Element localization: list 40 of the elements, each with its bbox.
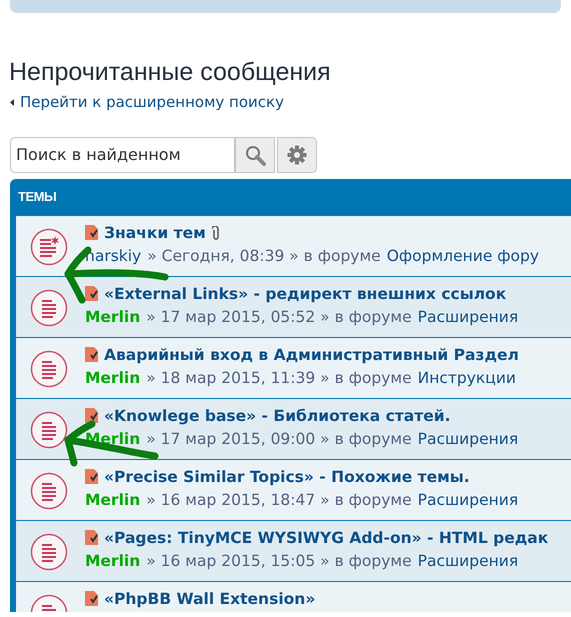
forum-link[interactable]: Оформление фору xyxy=(386,246,540,266)
advanced-search-link[interactable]: Перейти к расширенному поиску xyxy=(20,91,284,114)
topic-icon xyxy=(30,532,68,570)
search-icon xyxy=(244,144,266,166)
topic-title[interactable]: «External Links» - редирект внешних ссылок xyxy=(104,284,506,304)
topic-icon xyxy=(30,350,68,388)
topic-title[interactable]: «Knowlege base» - Библиотека статей. xyxy=(104,406,450,426)
page-title: Непрочитанные сообщения xyxy=(9,57,332,88)
topic-meta: » 18 мар 2015, 11:39 » в форуме xyxy=(146,368,412,388)
post-icon xyxy=(85,530,98,545)
settings-icon xyxy=(287,144,307,164)
search-field[interactable]: Поиск в найденном xyxy=(10,136,235,172)
forum-link[interactable]: Расширения xyxy=(418,490,518,510)
forum-link[interactable]: Инструкции xyxy=(418,368,516,388)
forum-link[interactable]: Расширения xyxy=(418,428,518,448)
search-button[interactable] xyxy=(235,136,275,172)
topic-meta: » Сегодня, 08:39 » в форуме xyxy=(147,246,381,266)
post-icon xyxy=(85,408,98,423)
topic-meta: » 16 мар 2015, 15:05 » в форуме xyxy=(146,550,412,570)
post-icon xyxy=(85,591,98,606)
post-icon xyxy=(85,225,98,240)
topic-icon xyxy=(30,472,68,510)
post-icon xyxy=(85,469,98,484)
topic-meta: » 17 мар 2015, 05:52 » в форуме xyxy=(146,306,412,326)
topic-icon xyxy=(30,288,68,326)
topic-title[interactable]: «PhpBB Wall Extension» xyxy=(104,588,316,608)
arrow-icon xyxy=(10,98,15,106)
post-icon xyxy=(85,286,98,301)
topic-title[interactable]: Значки тем xyxy=(104,222,206,242)
forum-link[interactable]: Расширения xyxy=(418,550,518,570)
topic-meta: » 17 мар 2015, 09:00 » в форуме xyxy=(146,428,412,448)
topic-title[interactable]: «Precise Similar Topics» - Похожие темы. xyxy=(104,466,470,486)
post-icon xyxy=(85,347,98,362)
forum-link[interactable]: Расширения xyxy=(418,306,518,326)
topic-meta: » 16 мар 2015, 18:47 » в форуме xyxy=(146,490,412,510)
topic-title[interactable]: «Pages: TinyMCE WYSIWYG Add-on» - HTML редак xyxy=(104,528,548,548)
settings-button[interactable] xyxy=(277,136,317,172)
topic-icon xyxy=(30,410,68,448)
panel-header: ТЕМЫ xyxy=(17,188,58,206)
topic-title[interactable]: Аварийный вход в Административный Раздел xyxy=(104,344,519,364)
